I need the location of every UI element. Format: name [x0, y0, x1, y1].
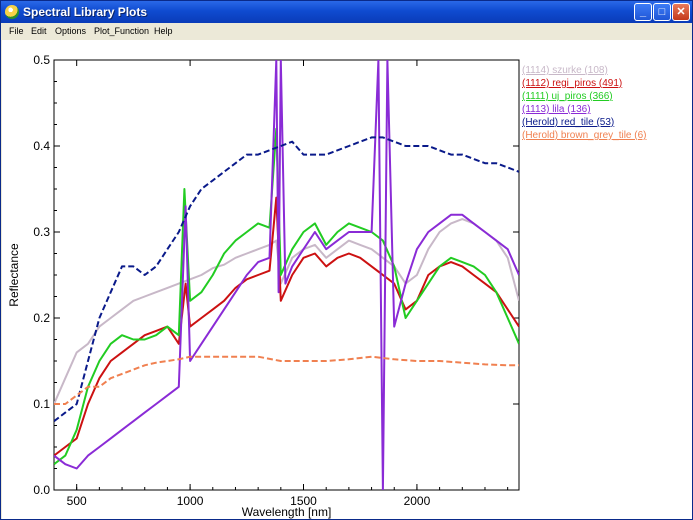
menu-edit[interactable]: Edit — [31, 26, 47, 36]
series-line-0 — [54, 218, 519, 405]
legend-entry-regi-piros[interactable]: (1112) regi_piros (491) — [522, 78, 622, 89]
y-tick-label: 0.1 — [33, 397, 50, 411]
menu-help[interactable]: Help — [154, 26, 173, 36]
app-window: Spectral Library Plots _ □ ✕ File Edit O… — [0, 0, 693, 520]
y-tick-label: 0.3 — [33, 225, 50, 239]
menu-bar: File Edit Options Plot_Function Help — [1, 23, 692, 40]
y-tick-label: 0.5 — [33, 53, 50, 67]
menu-file[interactable]: File — [9, 26, 24, 36]
menu-plot-function[interactable]: Plot_Function — [94, 26, 149, 36]
series-line-3 — [54, 60, 519, 490]
series-line-1 — [54, 196, 519, 457]
legend-entry-brown-grey-tile[interactable]: (Herold) brown_grey_tile (6) — [522, 130, 647, 141]
menu-options[interactable]: Options — [55, 26, 86, 36]
plot-frame — [53, 59, 520, 491]
legend-entry-lila[interactable]: (1113) lila (136) — [522, 104, 591, 115]
title-bar[interactable]: Spectral Library Plots _ □ ✕ — [1, 1, 692, 23]
x-tick-label: 500 — [67, 494, 87, 508]
legend-entry-red-tile[interactable]: (Herold) red_tile (53) — [522, 117, 614, 128]
series-line-2 — [54, 127, 519, 465]
series-line-5 — [54, 355, 519, 405]
legend-entry-uj-piros[interactable]: (1111) uj_piros (366) — [522, 91, 613, 102]
plot-canvas[interactable]: 0.0 0.1 0.2 0.3 0.4 0.5 500 1000 1500 2000 Wavelen… — [2, 40, 692, 519]
y-tick-label: 0.4 — [33, 139, 50, 153]
idl-app-icon — [5, 5, 19, 19]
legend-entry-szurke[interactable]: (1114) szurke (108) — [522, 65, 608, 76]
minimize-button[interactable]: _ — [634, 3, 652, 21]
close-button[interactable]: ✕ — [672, 3, 690, 21]
y-tick-label: 0.2 — [33, 311, 50, 325]
window-title: Spectral Library Plots — [23, 5, 148, 19]
y-tick-label: 0.0 — [33, 483, 50, 497]
x-tick-label: 1000 — [177, 494, 204, 508]
y-axis-label: Reflectance — [7, 243, 21, 307]
x-tick-label: 2000 — [404, 494, 431, 508]
x-axis-label: Wavelength [nm] — [242, 505, 332, 519]
maximize-button[interactable]: □ — [653, 3, 671, 21]
